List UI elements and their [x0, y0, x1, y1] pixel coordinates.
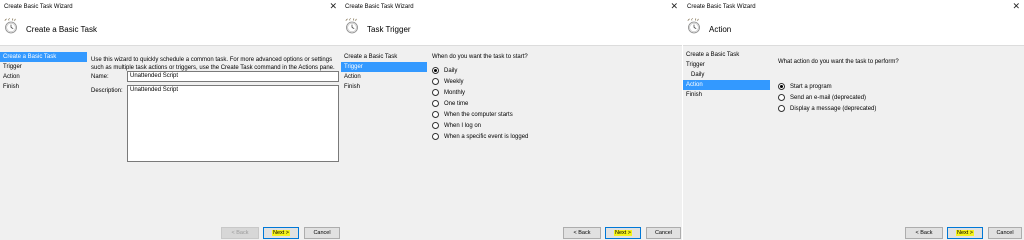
option-daily[interactable]: Daily	[432, 65, 528, 76]
cancel-button[interactable]: Cancel	[646, 227, 681, 239]
wizard-step-title: Task Trigger	[367, 25, 411, 34]
wizard-header: Action	[683, 14, 1024, 46]
step-action[interactable]: Action	[683, 80, 770, 90]
task-scheduler-clock-icon	[345, 18, 358, 34]
next-button-label: Next >	[271, 230, 291, 236]
option-weekly[interactable]: Weekly	[432, 76, 528, 87]
option-monthly[interactable]: Monthly	[432, 87, 528, 98]
wizard-step-title: Action	[709, 25, 732, 34]
task-scheduler-clock-icon	[687, 18, 700, 34]
option-log-on[interactable]: When I log on	[432, 120, 528, 131]
back-button[interactable]: < Back	[563, 227, 601, 239]
wizard-step-title: Create a Basic Task	[26, 25, 97, 34]
option-label: One time	[444, 100, 469, 107]
radio-button[interactable]	[778, 83, 785, 90]
intro-text: Use this wizard to quickly schedule a co…	[91, 56, 335, 72]
title-bar: Create Basic Task Wizard ✕	[683, 0, 1024, 14]
step-create-basic-task[interactable]: Create a Basic Task	[0, 52, 87, 62]
wizard-window-action: Create Basic Task Wizard ✕ Action Create…	[683, 0, 1024, 240]
radio-button[interactable]	[432, 78, 439, 85]
radio-button[interactable]	[432, 133, 439, 140]
radio-button[interactable]	[432, 111, 439, 118]
option-label: When the computer starts	[444, 111, 513, 118]
window-title: Create Basic Task Wizard	[4, 4, 73, 10]
step-trigger[interactable]: Trigger	[0, 62, 87, 72]
description-field[interactable]: Unattended Script	[127, 85, 339, 162]
title-bar: Create Basic Task Wizard ✕	[341, 0, 682, 14]
radio-button[interactable]	[432, 100, 439, 107]
next-button[interactable]: Next >	[947, 227, 983, 239]
option-label: Send an e-mail (deprecated)	[790, 94, 867, 101]
task-scheduler-clock-icon	[4, 18, 17, 34]
option-label: Display a message (deprecated)	[790, 105, 877, 112]
wizard-steps-list: Create a Basic Task Trigger Action Finis…	[0, 52, 87, 92]
step-trigger[interactable]: Trigger	[341, 62, 427, 72]
close-icon[interactable]: ✕	[329, 2, 337, 11]
option-label: Daily	[444, 67, 458, 74]
option-label: When I log on	[444, 122, 482, 129]
option-event-logged[interactable]: When a specific event is logged	[432, 131, 528, 142]
cancel-button[interactable]: Cancel	[304, 227, 340, 239]
radio-button[interactable]	[432, 89, 439, 96]
name-label: Name:	[91, 74, 109, 80]
option-display-message[interactable]: Display a message (deprecated)	[778, 103, 899, 114]
step-create-basic-task[interactable]: Create a Basic Task	[341, 52, 427, 62]
radio-button[interactable]	[778, 105, 785, 112]
option-label: Weekly	[444, 78, 464, 85]
option-label: Start a program	[790, 83, 832, 90]
option-send-email[interactable]: Send an e-mail (deprecated)	[778, 92, 899, 103]
option-computer-starts[interactable]: When the computer starts	[432, 109, 528, 120]
step-action[interactable]: Action	[341, 72, 427, 82]
wizard-window-create-basic-task: Create Basic Task Wizard ✕ Create a Basi…	[0, 0, 341, 240]
action-question: What action do you want the task to perf…	[778, 59, 899, 65]
option-start-program[interactable]: Start a program	[778, 81, 899, 92]
option-label: Monthly	[444, 89, 466, 96]
back-button[interactable]: < Back	[221, 227, 259, 239]
option-label: When a specific event is logged	[444, 133, 529, 140]
step-trigger[interactable]: Trigger	[683, 60, 770, 70]
intro-line-1: Use this wizard to quickly schedule a co…	[91, 57, 333, 63]
step-daily[interactable]: Daily	[683, 70, 770, 80]
close-icon[interactable]: ✕	[1012, 2, 1020, 11]
wizard-header: Create a Basic Task	[0, 14, 341, 46]
description-label: Description:	[91, 88, 123, 94]
next-button[interactable]: Next >	[263, 227, 299, 239]
cancel-button[interactable]: Cancel	[988, 227, 1022, 239]
next-button-label: Next >	[955, 230, 975, 236]
action-options: What action do you want the task to perf…	[778, 59, 899, 114]
wizard-window-task-trigger: Create Basic Task Wizard ✕ Task Trigger …	[341, 0, 682, 240]
radio-button[interactable]	[778, 94, 785, 101]
next-button-label: Next >	[613, 230, 633, 236]
step-finish[interactable]: Finish	[0, 82, 87, 92]
step-finish[interactable]: Finish	[683, 90, 770, 100]
name-field[interactable]: Unattended Script	[127, 71, 339, 82]
window-title: Create Basic Task Wizard	[345, 4, 414, 10]
step-create-basic-task[interactable]: Create a Basic Task	[683, 50, 770, 60]
window-title: Create Basic Task Wizard	[687, 4, 756, 10]
step-finish[interactable]: Finish	[341, 82, 427, 92]
title-bar: Create Basic Task Wizard ✕	[0, 0, 341, 14]
option-one-time[interactable]: One time	[432, 98, 528, 109]
wizard-steps-list: Create a Basic Task Trigger Daily Action…	[683, 50, 770, 100]
back-button[interactable]: < Back	[905, 227, 943, 239]
wizard-steps-list: Create a Basic Task Trigger Action Finis…	[341, 52, 427, 92]
step-action[interactable]: Action	[0, 72, 87, 82]
close-icon[interactable]: ✕	[670, 2, 678, 11]
next-button[interactable]: Next >	[605, 227, 641, 239]
radio-button[interactable]	[432, 67, 439, 74]
wizard-header: Task Trigger	[341, 14, 682, 46]
trigger-options: When do you want the task to start? Dail…	[432, 54, 528, 142]
radio-button[interactable]	[432, 122, 439, 129]
trigger-question: When do you want the task to start?	[432, 54, 528, 60]
